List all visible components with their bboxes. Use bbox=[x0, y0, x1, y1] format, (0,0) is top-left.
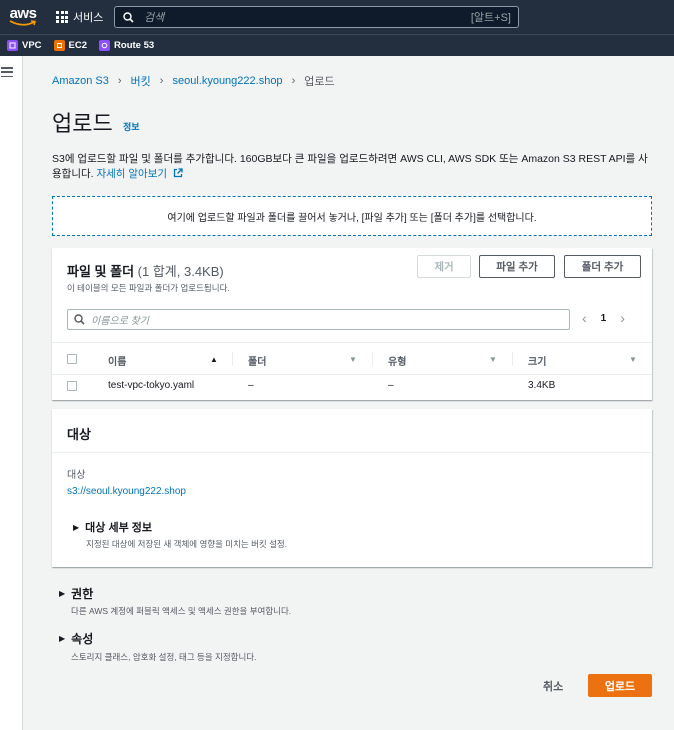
ec2-icon bbox=[53, 40, 65, 51]
cancel-button[interactable]: 취소 bbox=[543, 678, 563, 694]
breadcrumb: Amazon S3 › 버킷 › seoul.kyoung222.shop › … bbox=[52, 73, 335, 89]
learn-more-label: 자세히 알아보기 bbox=[96, 168, 168, 180]
previous-page-icon[interactable]: ‹ bbox=[582, 310, 587, 326]
properties-description: 스토리지 클래스, 암호화 설정, 태그 등을 지정합니다. bbox=[71, 652, 257, 662]
cell-name: test-vpc-tokyo.yaml bbox=[108, 380, 195, 391]
services-label: 서비스 bbox=[73, 12, 104, 24]
chevron-right-icon: › bbox=[159, 75, 164, 87]
files-panel: 파일 및 폴더 (1 합계, 3.4KB) 이 테이블의 모든 파일과 폴더가 … bbox=[52, 248, 652, 400]
destination-details-title: 대상 세부 정보 bbox=[85, 522, 152, 534]
pagination: ‹ 1 › bbox=[582, 310, 625, 326]
search-icon bbox=[123, 11, 134, 23]
favorite-ec2[interactable]: EC2 bbox=[53, 40, 88, 51]
permissions-expander[interactable]: ▶ 권한 bbox=[59, 585, 93, 602]
services-menu-button[interactable]: 서비스 bbox=[46, 0, 113, 34]
external-link-icon bbox=[173, 168, 183, 178]
table-row[interactable]: test-vpc-tokyo.yaml – – 3.4KB bbox=[52, 375, 652, 397]
sort-ascending-icon[interactable]: ▲ bbox=[210, 355, 218, 364]
dropzone-text: 여기에 업로드할 파일과 폴더를 끌어서 놓거나, [파일 추가] 또는 [폴더… bbox=[167, 212, 537, 224]
breadcrumb-bucket[interactable]: seoul.kyoung222.shop bbox=[172, 75, 282, 87]
aws-smile-icon bbox=[9, 20, 36, 26]
destination-details-expander[interactable]: ▶ 대상 세부 정보 bbox=[73, 519, 152, 535]
favorite-route53[interactable]: Route 53 bbox=[99, 40, 154, 51]
remove-button[interactable]: 제거 bbox=[417, 255, 471, 278]
learn-more-link[interactable]: 자세히 알아보기 bbox=[96, 168, 183, 180]
grid-icon bbox=[56, 11, 68, 23]
chevron-right-icon: › bbox=[117, 75, 122, 87]
caret-right-icon: ▶ bbox=[59, 634, 66, 643]
favorite-label: EC2 bbox=[68, 40, 88, 51]
vpc-icon bbox=[7, 40, 18, 51]
row-checkbox[interactable] bbox=[67, 381, 77, 391]
file-search-placeholder: 이름으로 찾기 bbox=[91, 316, 149, 327]
page-number[interactable]: 1 bbox=[601, 313, 607, 324]
add-files-button[interactable]: 파일 추가 bbox=[479, 255, 555, 278]
aws-logo-text: aws bbox=[9, 5, 37, 22]
files-title-text: 파일 및 폴더 bbox=[67, 264, 135, 279]
upload-dropzone[interactable]: 여기에 업로드할 파일과 폴더를 끌어서 놓거나, [파일 추가] 또는 [폴더… bbox=[52, 196, 652, 236]
files-count: (1 합계, 3.4KB) bbox=[137, 264, 224, 279]
search-shortcut: [알트+S] bbox=[470, 12, 511, 24]
upload-button[interactable]: 업로드 bbox=[588, 674, 652, 697]
destination-title: 대상 bbox=[67, 427, 91, 442]
favorite-label: VPC bbox=[22, 40, 42, 51]
favorites-bar: VPC EC2 Route 53 bbox=[0, 34, 674, 56]
column-header-type[interactable]: 유형 bbox=[388, 353, 406, 368]
menu-icon[interactable] bbox=[1, 67, 13, 77]
column-divider bbox=[512, 352, 513, 366]
breadcrumb-buckets[interactable]: 버킷 bbox=[131, 73, 151, 89]
column-header-folder[interactable]: 폴더 bbox=[248, 353, 266, 368]
column-header-name[interactable]: 이름 bbox=[108, 353, 126, 368]
top-navigation: aws 서비스 검색 [알트+S] bbox=[0, 0, 674, 34]
route53-icon bbox=[99, 40, 111, 51]
page-title: 업로드 bbox=[52, 111, 113, 136]
destination-header: 대상 bbox=[52, 409, 652, 453]
properties-title: 속성 bbox=[71, 632, 94, 646]
destination-panel: 대상 대상 s3://seoul.kyoung222.shop ▶ 대상 세부 … bbox=[52, 409, 652, 567]
breadcrumb-amazon-s3[interactable]: Amazon S3 bbox=[52, 75, 109, 87]
sort-icon[interactable]: ▼ bbox=[489, 355, 497, 364]
add-folder-button[interactable]: 폴더 추가 bbox=[564, 255, 641, 278]
table-header: 이름 ▲ 폴더 ▼ 유형 ▼ 크기 ▼ bbox=[52, 342, 652, 375]
permissions-title: 권한 bbox=[71, 587, 94, 601]
favorite-label: Route 53 bbox=[114, 40, 155, 51]
main-content: Amazon S3 › 버킷 › seoul.kyoung222.shop › … bbox=[23, 56, 674, 730]
select-all-checkbox[interactable] bbox=[67, 354, 77, 364]
cell-type: – bbox=[388, 380, 394, 391]
cell-folder: – bbox=[248, 380, 254, 391]
chevron-right-icon: › bbox=[291, 75, 296, 87]
file-search-input[interactable]: 이름으로 찾기 bbox=[67, 309, 570, 330]
cell-size: 3.4KB bbox=[528, 380, 556, 391]
column-divider bbox=[372, 352, 373, 366]
global-search-input[interactable]: 검색 [알트+S] bbox=[114, 6, 519, 28]
files-subtitle: 이 테이블의 모든 파일과 폴더가 업로드됩니다. bbox=[67, 283, 230, 293]
sort-icon[interactable]: ▼ bbox=[349, 355, 357, 364]
files-panel-title: 파일 및 폴더 (1 합계, 3.4KB) bbox=[67, 261, 224, 280]
page-description: S3에 업로드할 파일 및 폴더를 추가합니다. 160GB보다 큰 파일을 업… bbox=[52, 152, 652, 182]
info-link[interactable]: 정보 bbox=[123, 120, 140, 133]
destination-label: 대상 bbox=[67, 470, 86, 481]
column-divider bbox=[232, 352, 233, 366]
breadcrumb-current: 업로드 bbox=[304, 76, 335, 88]
destination-details-description: 지정된 대상에 저장된 새 객체에 영향을 미치는 버킷 설정. bbox=[86, 539, 288, 549]
properties-expander[interactable]: ▶ 속성 bbox=[59, 630, 93, 647]
permissions-description: 다른 AWS 계정에 퍼블릭 액세스 및 액세스 권한을 부여합니다. bbox=[71, 606, 292, 616]
search-icon bbox=[74, 314, 85, 325]
aws-logo[interactable]: aws bbox=[0, 0, 46, 34]
favorite-vpc[interactable]: VPC bbox=[7, 40, 42, 51]
destination-link[interactable]: s3://seoul.kyoung222.shop bbox=[67, 486, 186, 497]
next-page-icon[interactable]: › bbox=[620, 310, 625, 326]
caret-right-icon: ▶ bbox=[59, 589, 66, 598]
caret-right-icon: ▶ bbox=[73, 522, 80, 532]
side-navigation-rail bbox=[0, 56, 23, 730]
search-placeholder: 검색 bbox=[144, 12, 165, 24]
sort-icon[interactable]: ▼ bbox=[629, 355, 637, 364]
column-header-size[interactable]: 크기 bbox=[528, 353, 546, 368]
